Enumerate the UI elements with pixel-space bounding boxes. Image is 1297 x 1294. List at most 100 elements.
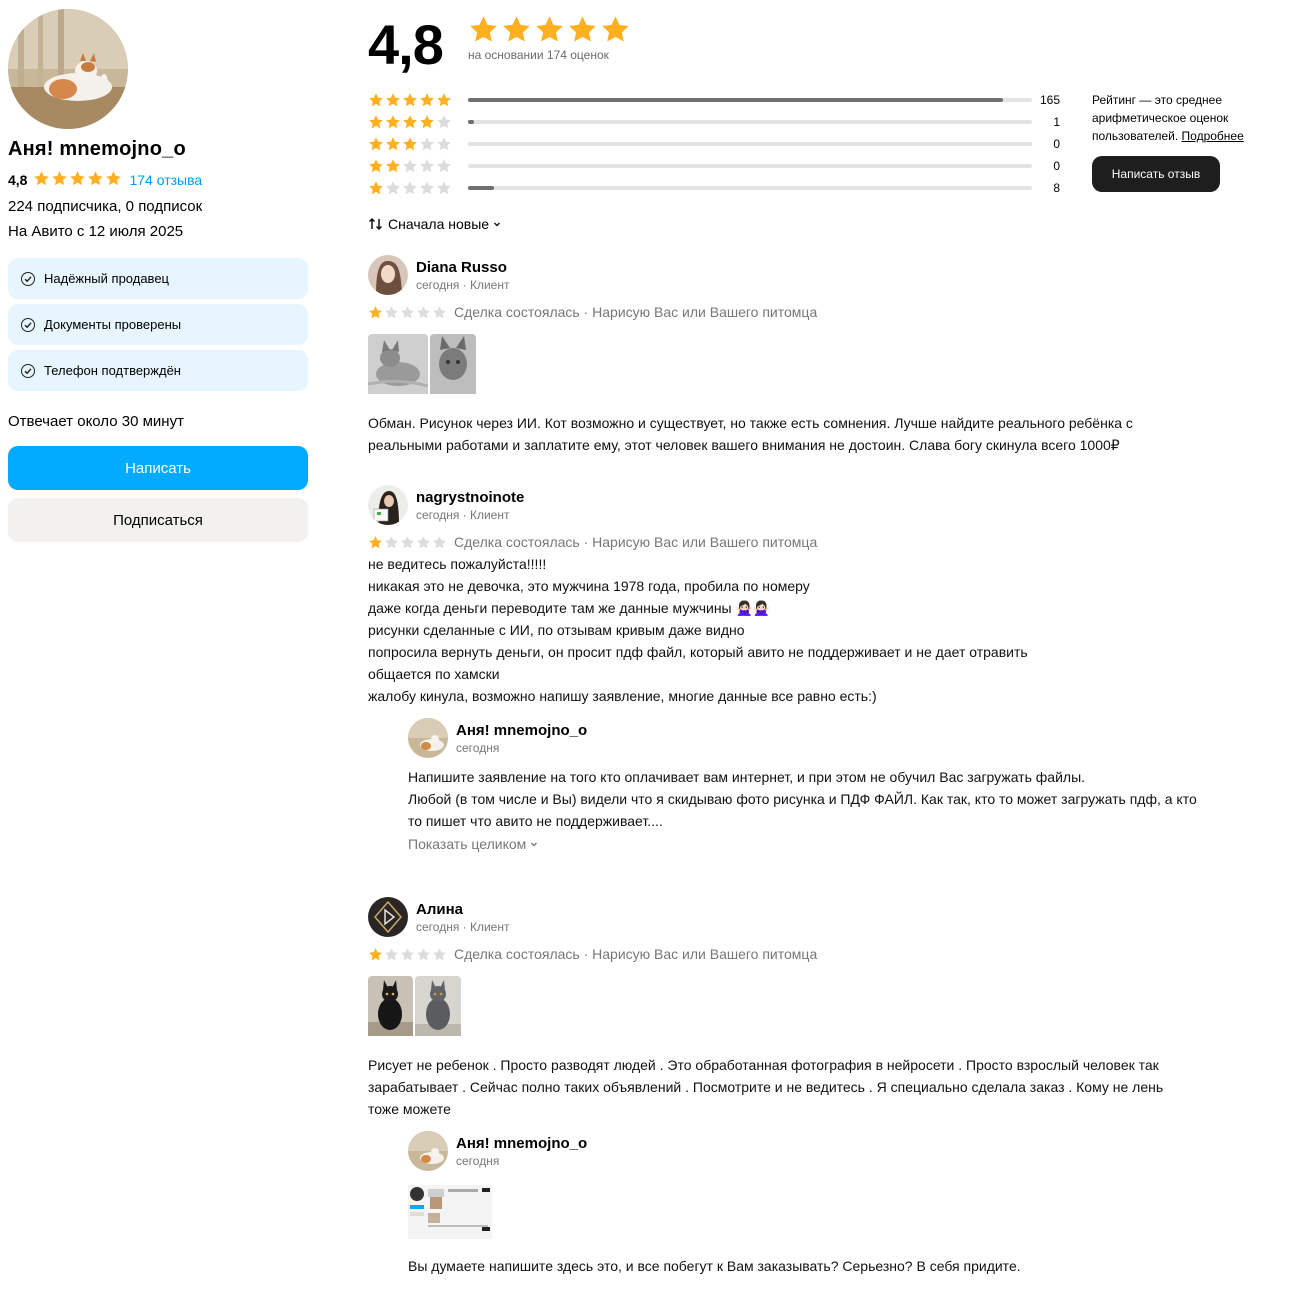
distribution-bar bbox=[468, 120, 1032, 124]
star-empty-icon bbox=[416, 947, 431, 962]
review-text-line: рисунки сделанные с ИИ, по отзывам кривы… bbox=[368, 622, 745, 638]
seller-avatar[interactable] bbox=[8, 9, 128, 129]
seller-badges: Надёжный продавец Документы проверены Те… bbox=[8, 258, 308, 391]
rating-more-link[interactable]: Подробнее bbox=[1182, 129, 1244, 143]
show-full-link[interactable]: Показать целиком bbox=[408, 836, 1273, 852]
subscribe-button[interactable]: Подписаться bbox=[8, 498, 308, 542]
star-filled-icon bbox=[534, 14, 565, 45]
star-filled-icon bbox=[419, 92, 435, 108]
star-filled-icon bbox=[567, 14, 598, 45]
distribution-bar-fill bbox=[468, 186, 494, 190]
distribution-count: 8 bbox=[1053, 181, 1060, 195]
review-photo[interactable] bbox=[368, 976, 413, 1041]
reviewer-avatar[interactable] bbox=[368, 485, 408, 525]
distribution-count: 0 bbox=[1053, 159, 1060, 173]
rating-distribution-row: 8 bbox=[368, 177, 1068, 199]
review-text-line: Рисует не ребенок . Просто разводят люде… bbox=[368, 1057, 1159, 1073]
badge-documents-verified[interactable]: Документы проверены bbox=[8, 304, 308, 345]
star-filled-icon bbox=[368, 92, 384, 108]
star-empty-icon bbox=[402, 158, 418, 174]
review-item: nagrystnoinote сегодня · Клиент Сделка с… bbox=[368, 485, 1273, 852]
review-meta: сегодня · Клиент bbox=[416, 919, 510, 934]
rating-distribution-row: 0 bbox=[368, 133, 1068, 155]
distribution-bar bbox=[468, 142, 1032, 146]
reply-text-line: Любой (в том числе и Вы) видели что я ск… bbox=[408, 791, 1197, 807]
review-item: Diana Russo сегодня · Клиент Сделка сост… bbox=[368, 255, 1273, 456]
review-text-line: зарабатывает . Сейчас полно таких объявл… bbox=[368, 1079, 1164, 1095]
star-empty-icon bbox=[400, 535, 415, 550]
review-text-line: реальными работами и заплатите ему, этот… bbox=[368, 437, 1120, 453]
star-filled-icon bbox=[385, 114, 401, 130]
star-empty-icon bbox=[416, 305, 431, 320]
subscribers-count[interactable]: 224 подписчика, 0 подписок bbox=[8, 198, 308, 215]
reply-text: Вы думаете напишите здесь это, и все поб… bbox=[408, 1255, 1273, 1277]
rating-distribution-row: 1 bbox=[368, 111, 1068, 133]
distribution-count: 165 bbox=[1039, 93, 1060, 107]
review-deal-info: Сделка состоялась · Нарисую Вас или Ваше… bbox=[454, 534, 818, 550]
review-photo[interactable] bbox=[430, 334, 476, 399]
review-deal-info: Сделка состоялась · Нарисую Вас или Ваше… bbox=[454, 304, 818, 320]
seller-reply-avatar[interactable] bbox=[408, 1131, 448, 1171]
badge-phone-confirmed[interactable]: Телефон подтверждён bbox=[8, 350, 308, 391]
review-text-line: не ведитесь пожалуйста!!!!! bbox=[368, 556, 547, 572]
seller-reply-avatar[interactable] bbox=[408, 718, 448, 758]
sort-arrows-icon bbox=[368, 217, 383, 231]
reviewer-avatar[interactable] bbox=[368, 897, 408, 937]
star-empty-icon bbox=[384, 947, 399, 962]
badge-reliable-seller[interactable]: Надёжный продавец bbox=[8, 258, 308, 299]
seller-rating-stars bbox=[33, 170, 123, 190]
star-filled-icon bbox=[368, 158, 384, 174]
star-filled-icon bbox=[402, 114, 418, 130]
review-stars bbox=[368, 305, 448, 320]
review-text-line: попросила вернуть деньги, он просит пдф … bbox=[368, 644, 1028, 660]
reviewer-name[interactable]: Diana Russo bbox=[416, 259, 509, 276]
star-empty-icon bbox=[432, 947, 447, 962]
review-item: Алина сегодня · Клиент Сделка состоялась… bbox=[368, 897, 1273, 1277]
review-text-line: тоже можете bbox=[368, 1101, 451, 1117]
review-photo[interactable] bbox=[368, 334, 428, 399]
check-circle-icon bbox=[21, 317, 35, 332]
rating-distribution-row: 165 bbox=[368, 89, 1068, 111]
star-empty-icon bbox=[432, 305, 447, 320]
reviewer-name[interactable]: nagrystnoinote bbox=[416, 489, 524, 506]
distribution-stars bbox=[368, 114, 468, 130]
reply-author-name[interactable]: Аня! mnemojno_o bbox=[456, 722, 587, 739]
star-filled-icon bbox=[385, 158, 401, 174]
star-filled-icon bbox=[368, 136, 384, 152]
seller-rating-value: 4,8 bbox=[8, 172, 28, 188]
member-since: На Авито с 12 июля 2025 bbox=[8, 223, 184, 240]
star-empty-icon bbox=[419, 180, 435, 196]
star-filled-icon bbox=[368, 305, 383, 320]
distribution-bar-fill bbox=[468, 98, 1003, 102]
star-filled-icon bbox=[385, 92, 401, 108]
reply-meta: сегодня bbox=[456, 1153, 500, 1168]
distribution-stars bbox=[368, 158, 468, 174]
star-filled-icon bbox=[368, 947, 383, 962]
chevron-down-icon bbox=[531, 842, 538, 847]
star-filled-icon bbox=[87, 170, 104, 187]
review-text-line: общается по хамски bbox=[368, 666, 500, 682]
overall-rating: 4,8 bbox=[368, 13, 444, 76]
reviewer-name[interactable]: Алина bbox=[416, 901, 509, 918]
sort-dropdown[interactable]: Сначала новые bbox=[368, 216, 502, 232]
star-empty-icon bbox=[385, 180, 401, 196]
star-empty-icon bbox=[436, 136, 452, 152]
write-message-button[interactable]: Написать bbox=[8, 446, 308, 490]
write-review-button[interactable]: Написать отзыв bbox=[1092, 156, 1220, 192]
star-empty-icon bbox=[436, 114, 452, 130]
review-photo[interactable] bbox=[415, 976, 461, 1041]
distribution-stars bbox=[368, 136, 468, 152]
star-filled-icon bbox=[51, 170, 68, 187]
reviews-count-link[interactable]: 174 отзыва bbox=[129, 172, 202, 188]
review-text-line: жалобу кинула, возможно напишу заявление… bbox=[368, 688, 877, 704]
star-filled-icon bbox=[69, 170, 86, 187]
review-text: Обман. Рисунок через ИИ. Кот возможно и … bbox=[368, 412, 1273, 456]
star-filled-icon bbox=[33, 170, 50, 187]
star-filled-icon bbox=[368, 535, 383, 550]
reply-screenshot-photo[interactable] bbox=[408, 1179, 492, 1244]
reply-author-name[interactable]: Аня! mnemojno_o bbox=[456, 1135, 587, 1152]
distribution-bar bbox=[468, 164, 1032, 168]
star-filled-icon bbox=[436, 92, 452, 108]
reviewer-avatar[interactable] bbox=[368, 255, 408, 295]
ratings-count: на основании 174 оценок bbox=[468, 48, 609, 62]
